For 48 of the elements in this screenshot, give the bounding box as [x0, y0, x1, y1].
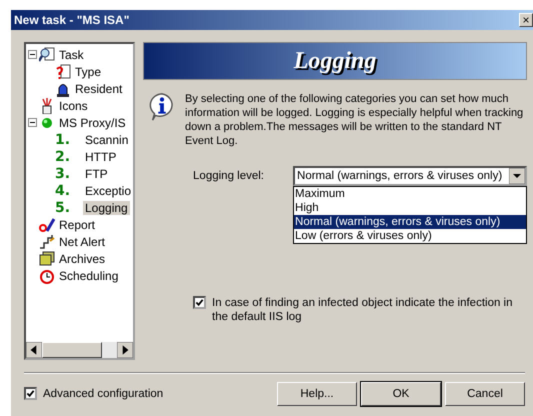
tree-item[interactable]: FTP [83, 166, 110, 180]
step-number: 4. [55, 182, 72, 198]
tree-item[interactable]: Net Alert [57, 234, 108, 248]
tree-item[interactable]: Archives [57, 252, 108, 266]
tree-item[interactable]: Task [57, 48, 86, 62]
collapse-icon[interactable] [28, 118, 37, 127]
dropdown-arrow-icon[interactable] [509, 168, 526, 184]
logging-level-dropdown[interactable]: Normal (warnings, errors & viruses only) [293, 166, 528, 186]
banner-title: Logging [294, 48, 376, 74]
checkbox[interactable] [24, 387, 37, 400]
report-pen-icon [39, 216, 55, 232]
step-number: 5. [55, 200, 72, 216]
window-title: New task - "MS ISA" [14, 13, 130, 27]
dropdown-option[interactable]: Low (errors & viruses only) [294, 229, 526, 243]
scroll-right-icon[interactable] [117, 342, 134, 358]
tree-item[interactable]: HTTP [83, 150, 118, 164]
logging-level-label: Logging level: [193, 169, 266, 184]
checkbox-label: In case of finding an infected object indicate the infection in the default IIS log [212, 296, 514, 324]
tree-item[interactable]: Exceptio [83, 184, 134, 198]
close-button[interactable]: × [519, 13, 533, 27]
info-text: By selecting one of the following categories you can set how much information will be logged. Logging is especially helpful when tracking down a problem.The messages will be written to the standard NT Event Log. [185, 92, 524, 148]
dropdown-option[interactable]: Maximum [294, 187, 526, 201]
collapse-icon[interactable] [28, 50, 37, 59]
tree-item[interactable]: Scheduling [57, 268, 120, 282]
tree-item[interactable]: Resident [73, 82, 124, 96]
tree-item[interactable]: Icons [57, 98, 90, 112]
checkbox[interactable] [193, 296, 206, 309]
folder-stack-icon [39, 250, 55, 266]
dialog-button[interactable]: OK [361, 382, 441, 406]
step-number: 2. [55, 148, 72, 164]
tree-item[interactable]: Scannin [83, 132, 130, 146]
magnifier-icon [39, 46, 55, 62]
horizontal-scrollbar[interactable] [26, 342, 134, 358]
scroll-left-icon[interactable] [26, 342, 42, 358]
tree-item[interactable]: Report [57, 218, 98, 232]
step-number: 1. [55, 132, 72, 148]
signal-line-icon [39, 234, 55, 250]
dialog-button[interactable]: Cancel [445, 382, 525, 406]
dropdown-option[interactable]: High [294, 201, 526, 215]
checkbox-label: Advanced configuration [43, 387, 164, 401]
dialog-button[interactable]: Help... [277, 382, 357, 406]
question-document-icon [55, 64, 71, 80]
step-number: 3. [55, 166, 72, 182]
tree-item[interactable]: MS Proxy/IS [57, 116, 128, 130]
tree-item[interactable]: Logging [83, 200, 130, 214]
tree-item[interactable]: Type [73, 64, 104, 78]
alarm-clock-icon [39, 268, 55, 284]
dropdown-option[interactable]: Normal (warnings, errors & viruses only) [294, 215, 526, 229]
